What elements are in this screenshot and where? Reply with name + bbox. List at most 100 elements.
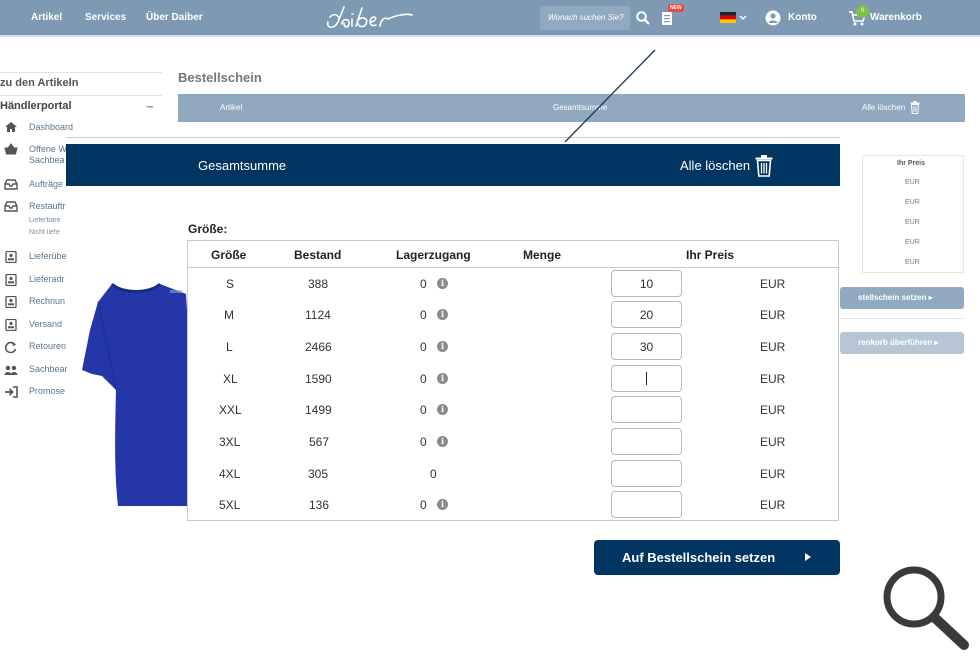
stock-cell: 1499 — [305, 403, 332, 417]
tshirt-image — [82, 282, 190, 506]
info-icon[interactable]: i — [437, 436, 448, 447]
chevron-down-icon[interactable] — [739, 15, 747, 21]
daiber-logo[interactable] — [322, 4, 418, 34]
sidebar-subitem-nicht-lieferbar[interactable]: Nicht liefe — [29, 229, 67, 236]
sidebar-subitem-lieferbare[interactable]: Lieferbare — [29, 217, 67, 224]
size-cell: 3XL — [219, 435, 241, 449]
stock-cell: 388 — [308, 277, 329, 291]
size-section-title: Größe: — [188, 222, 228, 236]
incoming-cell: 0 — [420, 340, 427, 354]
stock-cell: 1124 — [305, 308, 331, 322]
login-icon — [5, 386, 18, 398]
nav-link-artikel[interactable]: Artikel — [31, 12, 62, 23]
notepad-icon[interactable] — [661, 10, 673, 26]
column-header-quantity: Menge — [523, 248, 562, 262]
sidebar-item-lieferadressen[interactable]: Lieferadr — [29, 274, 67, 284]
add-to-order-sheet-button[interactable]: Auf Bestellschein setzen — [594, 540, 840, 575]
column-header-size: Größe — [211, 248, 247, 262]
info-icon[interactable]: i — [437, 499, 448, 510]
info-icon[interactable]: i — [437, 309, 448, 320]
size-cell: XXL — [219, 403, 242, 417]
currency-cell: EUR — [760, 277, 786, 291]
sidebar-item-promose[interactable]: Promose — [29, 386, 67, 396]
quantity-input[interactable] — [611, 301, 682, 328]
collapse-icon[interactable]: − — [146, 99, 154, 114]
bg-add-to-order-label: stellschein setzen — [858, 293, 927, 302]
zoomed-order-header: Gesamtsumme Alle löschen — [66, 144, 840, 186]
nav-link-services[interactable]: Services — [85, 12, 126, 23]
currency-cell: EUR — [760, 467, 786, 481]
size-quantity-table: Größe Bestand Lagerzugang Menge Ihr Prei… — [187, 240, 839, 521]
info-icon[interactable]: i — [437, 373, 448, 384]
bg-transfer-to-cart-button[interactable]: renkorb überführen ▸ — [840, 332, 964, 354]
home-icon — [5, 122, 17, 132]
incoming-cell: 0 — [420, 372, 427, 386]
trash-icon[interactable] — [755, 155, 773, 177]
column-article: Artikel — [220, 103, 243, 112]
incoming-cell: 0 — [420, 435, 427, 449]
size-cell: L — [226, 340, 233, 354]
total-label: Gesamtsumme — [198, 158, 287, 173]
quantity-input[interactable] — [611, 460, 682, 487]
document-icon — [5, 251, 17, 263]
size-cell: 5XL — [219, 498, 241, 512]
column-header-incoming: Lagerzugang — [396, 248, 471, 262]
document-icon — [5, 274, 17, 286]
stock-cell: 136 — [309, 498, 330, 512]
size-cell: XL — [223, 372, 238, 386]
quantity-input[interactable] — [611, 333, 682, 360]
quantity-input[interactable] — [611, 491, 682, 518]
currency-cell: EUR — [760, 308, 786, 322]
price-column-header: Ihr Preis — [897, 160, 926, 167]
cart-link[interactable]: Warenkorb — [870, 12, 922, 23]
german-flag-icon[interactable] — [720, 12, 736, 23]
currency-label: EUR — [905, 199, 920, 206]
sidebar-item-auftraege[interactable]: Aufträge — [29, 179, 67, 189]
nav-link-ueber-daiber[interactable]: Über Daiber — [146, 12, 203, 23]
price-column: Ihr Preis EUR EUR EUR EUR EUR — [862, 155, 964, 273]
size-cell: 4XL — [219, 467, 241, 481]
sidebar-item-dashboard[interactable]: Dashboard — [29, 122, 89, 132]
quantity-input[interactable] — [611, 428, 682, 455]
top-nav: Artikel Services Über Daiber Wonach such… — [0, 0, 980, 37]
basket-icon — [4, 143, 18, 155]
trash-icon[interactable] — [910, 101, 920, 114]
sidebar-divider — [0, 95, 162, 96]
sidebar-item-offene-sub[interactable]: Sachbea — [29, 155, 67, 165]
search-icon[interactable] — [636, 11, 650, 25]
sidebar-item-restauftraege[interactable]: Restauftr — [29, 201, 67, 211]
account-icon[interactable] — [765, 10, 781, 26]
currency-cell: EUR — [760, 435, 786, 449]
clear-all-button[interactable]: Alle löschen — [680, 158, 750, 173]
info-icon[interactable]: i — [437, 404, 448, 415]
magnifier-icon — [883, 566, 969, 650]
bg-add-to-order-button[interactable]: stellschein setzen ▸ — [840, 287, 964, 309]
stock-cell: 2466 — [305, 340, 332, 354]
sidebar-portal-heading[interactable]: Händlerportal — [0, 100, 72, 112]
quantity-input[interactable] — [611, 270, 682, 297]
sidebar-item-offene[interactable]: Offene W — [29, 144, 67, 154]
column-header-stock: Bestand — [294, 248, 342, 262]
search-input[interactable]: Wonach suchen Sie? — [540, 6, 630, 30]
quantity-input[interactable] — [611, 396, 682, 423]
play-arrow-icon — [805, 553, 811, 561]
inbox-icon — [4, 179, 18, 190]
back-to-articles-link[interactable]: zu den Artikeln — [0, 77, 78, 89]
document-icon — [5, 296, 17, 308]
zoom-pointer-line — [564, 49, 656, 143]
users-icon — [4, 365, 18, 375]
page-title: Bestellschein — [178, 70, 262, 85]
incoming-cell: 0 — [420, 277, 427, 291]
currency-label: EUR — [905, 219, 920, 226]
sidebar-item-retouren[interactable]: Retouren — [29, 341, 67, 351]
info-icon[interactable]: i — [437, 341, 448, 352]
document-icon — [5, 319, 17, 331]
sidebar-item-rechnungen[interactable]: Rechnun — [29, 296, 67, 306]
clear-all-link[interactable]: Alle löschen — [862, 103, 905, 112]
sidebar-item-sachbearbeiter[interactable]: Sachbear — [29, 364, 67, 374]
sidebar-item-versand[interactable]: Versand — [29, 319, 67, 329]
account-link[interactable]: Konto — [788, 12, 817, 23]
incoming-cell: 0 — [420, 403, 427, 417]
sidebar-item-lieferuebersicht[interactable]: Lieferübe — [29, 251, 67, 261]
info-icon[interactable]: i — [437, 278, 448, 289]
